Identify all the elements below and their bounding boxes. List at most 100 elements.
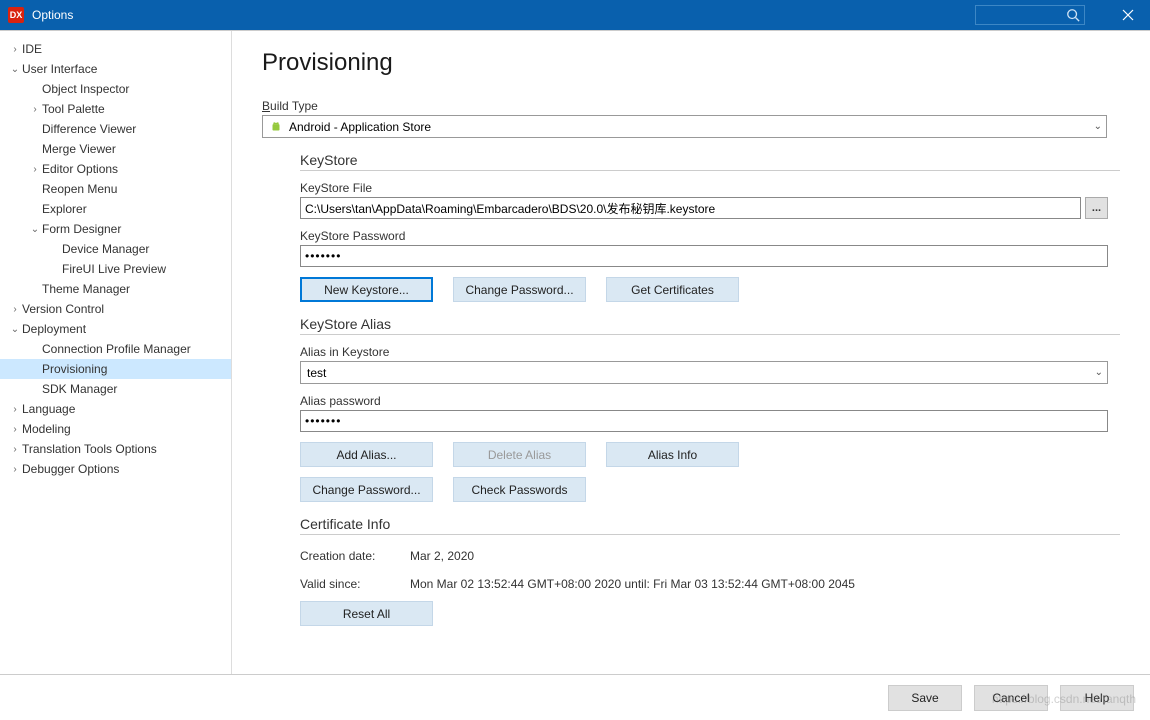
- chevron-right-icon[interactable]: ›: [8, 444, 22, 455]
- titlebar: DX Options: [0, 0, 1150, 30]
- sidebar-item-label: Device Manager: [62, 242, 149, 256]
- sidebar: ›IDE⌄User InterfaceObject Inspector›Tool…: [0, 31, 232, 674]
- help-button[interactable]: Help: [1060, 685, 1134, 711]
- change-keystore-password-button[interactable]: Change Password...: [453, 277, 586, 302]
- sidebar-item-label: Version Control: [22, 302, 104, 316]
- android-icon: [269, 120, 283, 134]
- sidebar-item-label: Theme Manager: [42, 282, 130, 296]
- sidebar-item-deployment[interactable]: ⌄Deployment: [0, 319, 231, 339]
- save-button[interactable]: Save: [888, 685, 962, 711]
- sidebar-item-modeling[interactable]: ›Modeling: [0, 419, 231, 439]
- alias-password-input[interactable]: [300, 410, 1108, 432]
- alias-info-button[interactable]: Alias Info: [606, 442, 739, 467]
- sidebar-item-label: Language: [22, 402, 75, 416]
- keystore-password-label: KeyStore Password: [300, 229, 1120, 243]
- alias-in-keystore-label: Alias in Keystore: [300, 345, 1120, 359]
- change-alias-password-button[interactable]: Change Password...: [300, 477, 433, 502]
- chevron-right-icon[interactable]: ›: [28, 104, 42, 115]
- search-icon: [1066, 8, 1080, 22]
- valid-since-value: Mon Mar 02 13:52:44 GMT+08:00 2020 until…: [410, 577, 855, 591]
- keystore-file-label: KeyStore File: [300, 181, 1120, 195]
- chevron-down-icon: ⌄: [1094, 121, 1102, 132]
- search-input[interactable]: [975, 5, 1085, 25]
- keystore-file-input[interactable]: [300, 197, 1081, 219]
- sidebar-item-label: Editor Options: [42, 162, 118, 176]
- chevron-right-icon[interactable]: ›: [8, 404, 22, 415]
- sidebar-item-connection-profile-manager[interactable]: Connection Profile Manager: [0, 339, 231, 359]
- delete-alias-button[interactable]: Delete Alias: [453, 442, 586, 467]
- close-icon: [1122, 9, 1134, 21]
- page-title: Provisioning: [262, 49, 1120, 77]
- alias-password-label: Alias password: [300, 394, 1120, 408]
- sidebar-item-sdk-manager[interactable]: SDK Manager: [0, 379, 231, 399]
- close-button[interactable]: [1105, 0, 1150, 30]
- sidebar-item-language[interactable]: ›Language: [0, 399, 231, 419]
- sidebar-item-label: Modeling: [22, 422, 71, 436]
- chevron-down-icon[interactable]: ⌄: [28, 224, 42, 235]
- sidebar-item-label: Provisioning: [42, 362, 107, 376]
- sidebar-item-label: Deployment: [22, 322, 86, 336]
- sidebar-item-label: Translation Tools Options: [22, 442, 157, 456]
- sidebar-item-object-inspector[interactable]: Object Inspector: [0, 79, 231, 99]
- sidebar-item-difference-viewer[interactable]: Difference Viewer: [0, 119, 231, 139]
- keystore-file-browse-button[interactable]: ...: [1085, 197, 1108, 219]
- sidebar-item-label: Difference Viewer: [42, 122, 136, 136]
- sidebar-item-translation-tools-options[interactable]: ›Translation Tools Options: [0, 439, 231, 459]
- keystore-password-input[interactable]: [300, 245, 1108, 267]
- sidebar-item-label: FireUI Live Preview: [62, 262, 166, 276]
- chevron-down-icon: ⌄: [1095, 367, 1103, 378]
- sidebar-item-explorer[interactable]: Explorer: [0, 199, 231, 219]
- sidebar-item-merge-viewer[interactable]: Merge Viewer: [0, 139, 231, 159]
- sidebar-item-tool-palette[interactable]: ›Tool Palette: [0, 99, 231, 119]
- sidebar-item-provisioning[interactable]: Provisioning: [0, 359, 231, 379]
- sidebar-item-fireui-live-preview[interactable]: FireUI Live Preview: [0, 259, 231, 279]
- chevron-right-icon[interactable]: ›: [8, 464, 22, 475]
- chevron-right-icon[interactable]: ›: [28, 164, 42, 175]
- chevron-right-icon[interactable]: ›: [8, 44, 22, 55]
- window-title: Options: [32, 8, 73, 22]
- chevron-right-icon[interactable]: ›: [8, 304, 22, 315]
- sidebar-item-form-designer[interactable]: ⌄Form Designer: [0, 219, 231, 239]
- sidebar-item-label: Reopen Menu: [42, 182, 117, 196]
- build-type-value: Android - Application Store: [289, 120, 431, 134]
- sidebar-item-ide[interactable]: ›IDE: [0, 39, 231, 59]
- keystore-alias-group-title: KeyStore Alias: [300, 316, 1120, 335]
- sidebar-item-label: Tool Palette: [42, 102, 105, 116]
- sidebar-item-reopen-menu[interactable]: Reopen Menu: [0, 179, 231, 199]
- sidebar-item-label: Debugger Options: [22, 462, 119, 476]
- app-icon: DX: [8, 7, 24, 23]
- add-alias-button[interactable]: Add Alias...: [300, 442, 433, 467]
- valid-since-label: Valid since:: [300, 577, 410, 591]
- sidebar-item-editor-options[interactable]: ›Editor Options: [0, 159, 231, 179]
- keystore-group-title: KeyStore: [300, 152, 1120, 171]
- alias-dropdown[interactable]: test ⌄: [300, 361, 1108, 384]
- cancel-button[interactable]: Cancel: [974, 685, 1048, 711]
- reset-all-button[interactable]: Reset All: [300, 601, 433, 626]
- chevron-down-icon[interactable]: ⌄: [8, 324, 22, 335]
- sidebar-item-label: IDE: [22, 42, 42, 56]
- sidebar-item-label: SDK Manager: [42, 382, 117, 396]
- creation-date-label: Creation date:: [300, 549, 410, 563]
- sidebar-item-theme-manager[interactable]: Theme Manager: [0, 279, 231, 299]
- sidebar-item-user-interface[interactable]: ⌄User Interface: [0, 59, 231, 79]
- sidebar-item-label: Form Designer: [42, 222, 121, 236]
- sidebar-item-device-manager[interactable]: Device Manager: [0, 239, 231, 259]
- sidebar-item-debugger-options[interactable]: ›Debugger Options: [0, 459, 231, 479]
- build-type-label: Build Type: [262, 99, 1120, 113]
- footer: Save Cancel Help: [0, 674, 1150, 720]
- sidebar-item-label: Object Inspector: [42, 82, 129, 96]
- chevron-down-icon[interactable]: ⌄: [8, 64, 22, 75]
- check-passwords-button[interactable]: Check Passwords: [453, 477, 586, 502]
- get-certificates-button[interactable]: Get Certificates: [606, 277, 739, 302]
- content-area: Provisioning Build Type Android - Applic…: [232, 31, 1150, 674]
- sidebar-item-label: Explorer: [42, 202, 87, 216]
- sidebar-item-label: Merge Viewer: [42, 142, 116, 156]
- build-type-dropdown[interactable]: Android - Application Store ⌄: [262, 115, 1107, 138]
- chevron-right-icon[interactable]: ›: [8, 424, 22, 435]
- new-keystore-button[interactable]: New Keystore...: [300, 277, 433, 302]
- alias-value: test: [307, 366, 326, 380]
- sidebar-item-label: User Interface: [22, 62, 97, 76]
- sidebar-item-version-control[interactable]: ›Version Control: [0, 299, 231, 319]
- creation-date-value: Mar 2, 2020: [410, 549, 474, 563]
- sidebar-item-label: Connection Profile Manager: [42, 342, 191, 356]
